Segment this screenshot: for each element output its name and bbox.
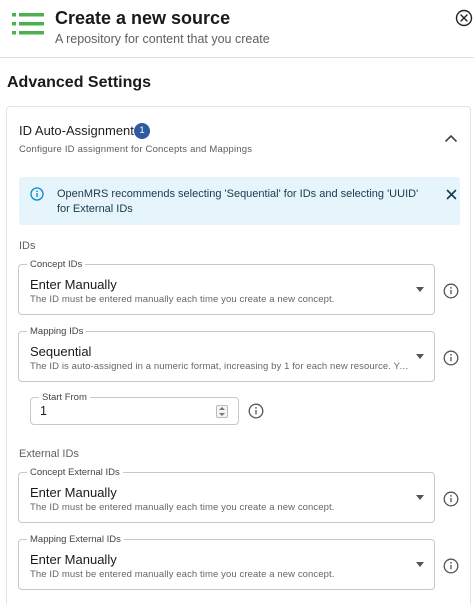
panel-title: ID Auto-Assignment bbox=[19, 123, 134, 138]
stepper-up-icon[interactable] bbox=[219, 407, 225, 410]
info-icon[interactable] bbox=[443, 491, 459, 507]
caret-down-icon bbox=[416, 354, 424, 359]
info-icon[interactable] bbox=[443, 558, 459, 574]
count-badge: 1 bbox=[134, 123, 150, 139]
stepper-down-icon[interactable] bbox=[219, 412, 225, 416]
page-subtitle: A repository for content that you create bbox=[55, 32, 270, 46]
mapping-external-ids-select[interactable]: Mapping External IDs Enter Manually The … bbox=[18, 534, 435, 590]
caret-down-icon bbox=[416, 287, 424, 292]
concept-external-ids-select[interactable]: Concept External IDs Enter Manually The … bbox=[18, 467, 435, 523]
field-label: Concept External IDs bbox=[27, 467, 123, 478]
input-value: 1 bbox=[40, 404, 47, 418]
select-help-text: The ID must be entered manually each tim… bbox=[30, 294, 335, 305]
number-stepper[interactable] bbox=[216, 405, 228, 418]
info-icon[interactable] bbox=[443, 350, 459, 366]
concept-ids-select[interactable]: Concept IDs Enter Manually The ID must b… bbox=[18, 259, 435, 315]
select-help-text: The ID is auto-assigned in a numeric for… bbox=[30, 361, 410, 372]
close-icon[interactable] bbox=[455, 9, 473, 27]
caret-down-icon bbox=[416, 562, 424, 567]
external-ids-group-label: External IDs bbox=[19, 448, 79, 460]
alert-text: OpenMRS recommends selecting 'Sequential… bbox=[57, 188, 419, 215]
page-title: Create a new source bbox=[55, 8, 231, 28]
id-auto-assignment-panel: ID Auto-Assignment 1 Configure ID assign… bbox=[6, 106, 471, 604]
select-value: Enter Manually bbox=[30, 552, 117, 567]
caret-down-icon bbox=[416, 495, 424, 500]
field-label: Mapping External IDs bbox=[27, 534, 124, 545]
close-icon[interactable] bbox=[446, 189, 457, 200]
section-title: Advanced Settings bbox=[7, 74, 152, 91]
start-from-input[interactable]: Start From 1 bbox=[30, 392, 239, 425]
info-icon[interactable] bbox=[443, 283, 459, 299]
field-label: Concept IDs bbox=[27, 259, 86, 270]
select-help-text: The ID must be entered manually each tim… bbox=[30, 502, 335, 513]
info-alert: OpenMRS recommends selecting 'Sequential… bbox=[19, 177, 460, 225]
ids-group-label: IDs bbox=[19, 240, 36, 252]
mapping-ids-select[interactable]: Mapping IDs Sequential The ID is auto-as… bbox=[18, 326, 435, 382]
info-icon bbox=[30, 187, 44, 201]
field-label: Start From bbox=[39, 392, 90, 403]
dialog-header: Create a new source A repository for con… bbox=[0, 0, 474, 58]
select-value: Sequential bbox=[30, 344, 92, 359]
list-icon bbox=[12, 13, 44, 35]
field-label: Mapping IDs bbox=[27, 326, 87, 337]
select-help-text: The ID must be entered manually each tim… bbox=[30, 569, 335, 580]
panel-description: Configure ID assignment for Concepts and… bbox=[19, 144, 253, 155]
chevron-up-icon[interactable] bbox=[444, 133, 458, 143]
info-icon[interactable] bbox=[248, 403, 264, 419]
select-value: Enter Manually bbox=[30, 277, 117, 292]
select-value: Enter Manually bbox=[30, 485, 117, 500]
